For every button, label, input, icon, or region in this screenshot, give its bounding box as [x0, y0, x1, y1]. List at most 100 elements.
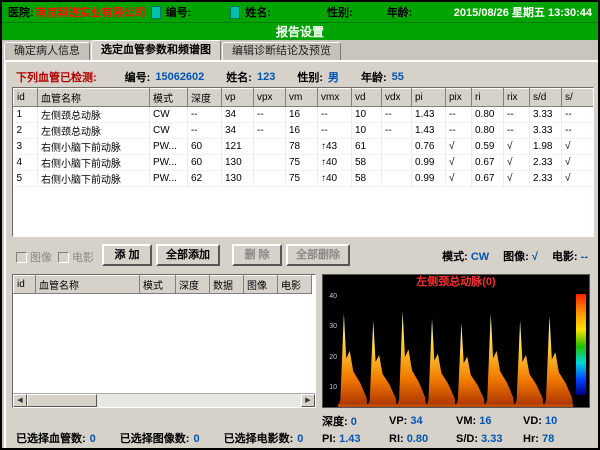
table-cell: √	[562, 171, 595, 187]
column-header[interactable]: id	[14, 276, 36, 294]
table-cell: PW...	[150, 155, 188, 171]
param-label: VD:	[523, 415, 542, 427]
table-cell: 右侧小脑下前动脉	[38, 171, 150, 187]
table-cell: 60	[188, 139, 222, 155]
column-header[interactable]: 电影	[278, 276, 312, 294]
tab-vessel-params[interactable]: 选定血管参数和频谱图	[91, 40, 221, 60]
column-header[interactable]: vmx	[318, 89, 352, 107]
table-cell: --	[504, 107, 530, 123]
param-label: 深度:	[322, 416, 348, 428]
table-cell: --	[562, 123, 595, 139]
column-header[interactable]: pix	[446, 89, 472, 107]
table-row[interactable]: 1左侧颈总动脉CW--34--16--10--1.43--0.80--3.33-…	[14, 107, 595, 123]
table-cell: √	[504, 139, 530, 155]
table-cell: 4	[14, 155, 38, 171]
table-cell: 16	[286, 123, 318, 139]
table-cell: 1.43	[412, 107, 446, 123]
table-cell: 3	[14, 139, 38, 155]
column-header[interactable]: pi	[412, 89, 446, 107]
column-header[interactable]: id	[14, 89, 38, 107]
column-header[interactable]: 数据	[210, 276, 244, 294]
column-header[interactable]: 模式	[140, 276, 176, 294]
column-header[interactable]: s/d	[530, 89, 562, 107]
mode-value: CW	[471, 251, 489, 263]
name-field[interactable]	[271, 6, 327, 19]
column-header[interactable]: vdx	[382, 89, 412, 107]
table-row[interactable]: 3右侧小脑下前动脉PW...6012178↑43610.76√0.59√1.98…	[14, 139, 595, 155]
column-header[interactable]: 血管名称	[36, 276, 140, 294]
cine-count-value: 0	[297, 433, 303, 445]
image-label: 图像:	[503, 251, 529, 263]
table-cell: 右侧小脑下前动脉	[38, 155, 150, 171]
param-pair: VP: 34	[389, 415, 456, 427]
column-header[interactable]: 血管名称	[38, 89, 150, 107]
cine-checkbox[interactable]: 电影	[58, 249, 94, 265]
table-cell: 75	[286, 171, 318, 187]
add-all-button[interactable]: 全部添加	[156, 244, 220, 266]
report-settings-window: 医院: 南京科进实业有限公司 编号: 姓名: 性别: 年龄: 2015/08/2…	[0, 0, 600, 450]
param-pair: 深度: 0	[322, 413, 389, 429]
table-cell: --	[382, 107, 412, 123]
detected-vessels-label: 下列血管已检测:	[16, 69, 97, 85]
summary-id-label: 编号:	[125, 69, 151, 85]
table-cell: √	[446, 171, 472, 187]
column-header[interactable]: 深度	[188, 89, 222, 107]
column-header[interactable]: vm	[286, 89, 318, 107]
summary-name-value: 123	[257, 71, 275, 83]
table-cell	[254, 155, 286, 171]
table-cell: 0.67	[472, 155, 504, 171]
table-row[interactable]: 4右侧小脑下前动脉PW...6013075↑40580.99√0.67√2.33…	[14, 155, 595, 171]
add-button[interactable]: 添 加	[102, 244, 152, 266]
summary-id-value: 15062602	[155, 71, 204, 83]
scroll-right-button[interactable]: ▶	[301, 394, 315, 407]
column-header[interactable]: 深度	[176, 276, 210, 294]
table-cell: 10	[352, 123, 382, 139]
mode-label: 模式:	[442, 251, 468, 263]
param-label: RI:	[389, 433, 404, 445]
param-pair: VD: 10	[523, 415, 590, 427]
column-header[interactable]: vd	[352, 89, 382, 107]
column-header[interactable]: rix	[504, 89, 530, 107]
delete-all-button[interactable]: 全部删除	[286, 244, 350, 266]
param-label: Hr:	[523, 433, 539, 445]
table-cell: ↑40	[318, 155, 352, 171]
table-row[interactable]: 2左侧颈总动脉CW--34--16--10--1.43--0.80--3.33-…	[14, 123, 595, 139]
table-cell: √	[446, 155, 472, 171]
tab-diagnosis-preview[interactable]: 编辑诊断结论及预览	[222, 42, 341, 60]
param-value: 1.43	[339, 433, 360, 445]
column-header[interactable]: 图像	[244, 276, 278, 294]
gender-field[interactable]	[353, 6, 387, 19]
delete-button[interactable]: 删 除	[232, 244, 282, 266]
selected-vessels-table: id血管名称模式深度数据图像电影 ◀ ▶	[12, 274, 316, 408]
tab-patient-info[interactable]: 确定病人信息	[4, 42, 90, 60]
table-cell: 130	[222, 155, 254, 171]
selected-images-count: 已选择图像数:0	[120, 430, 200, 446]
table-row[interactable]: 5右侧小脑下前动脉PW...6213075↑40580.99√0.67√2.33…	[14, 171, 595, 187]
table-cell: CW	[150, 107, 188, 123]
table-cell: 2.33	[530, 171, 562, 187]
scroll-left-button[interactable]: ◀	[13, 394, 27, 407]
image-pair: 图像: √	[503, 248, 538, 264]
column-header[interactable]: vpx	[254, 89, 286, 107]
params-row-2: PI: 1.43RI: 0.80S/D: 3.33Hr: 78	[322, 430, 590, 448]
table-cell: 60	[188, 155, 222, 171]
scrollbar-track[interactable]	[27, 394, 301, 407]
image-checkbox[interactable]: 图像	[16, 249, 52, 265]
id-field[interactable]	[191, 6, 225, 19]
table-cell: 2	[14, 123, 38, 139]
table-cell	[382, 155, 412, 171]
column-header[interactable]: 模式	[150, 89, 188, 107]
column-header[interactable]: ri	[472, 89, 504, 107]
param-pair: Hr: 78	[523, 433, 590, 445]
table-cell: 2.33	[530, 155, 562, 171]
column-header[interactable]: s/	[562, 89, 595, 107]
name-label: 姓名:	[245, 4, 271, 20]
table-cell: --	[188, 123, 222, 139]
table-cell: --	[318, 107, 352, 123]
table-cell: 0.80	[472, 107, 504, 123]
table-cell	[254, 139, 286, 155]
scrollbar-thumb[interactable]	[27, 394, 97, 407]
column-header[interactable]: vp	[222, 89, 254, 107]
table-cell: --	[446, 123, 472, 139]
table-cell: --	[318, 123, 352, 139]
